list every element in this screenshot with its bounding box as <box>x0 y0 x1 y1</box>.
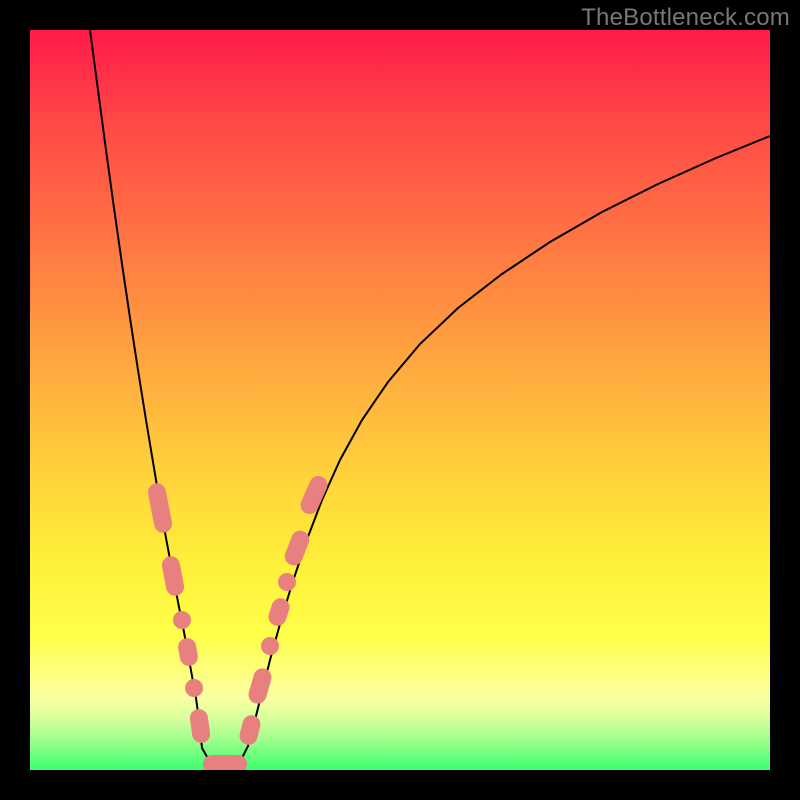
watermark-text: TheBottleneck.com <box>581 4 790 32</box>
curve-marker-capsule <box>203 755 247 770</box>
curve-marker-capsule <box>189 708 212 744</box>
curve-marker-capsule <box>238 713 263 746</box>
curve-marker-dot <box>278 573 296 591</box>
curve-markers <box>146 473 330 770</box>
curve-marker-capsule <box>246 666 273 706</box>
curve-marker-dot <box>173 611 191 629</box>
curve-marker-dot <box>261 637 279 655</box>
plot-area <box>30 30 770 770</box>
curve-marker-capsule <box>146 482 173 535</box>
curve-marker-capsule <box>177 637 200 668</box>
chart-svg <box>30 30 770 770</box>
curve-marker-capsule <box>298 473 331 517</box>
curve-marker-capsule <box>282 528 312 568</box>
curve-marker-dot <box>185 679 203 697</box>
curve-marker-capsule <box>160 555 185 598</box>
